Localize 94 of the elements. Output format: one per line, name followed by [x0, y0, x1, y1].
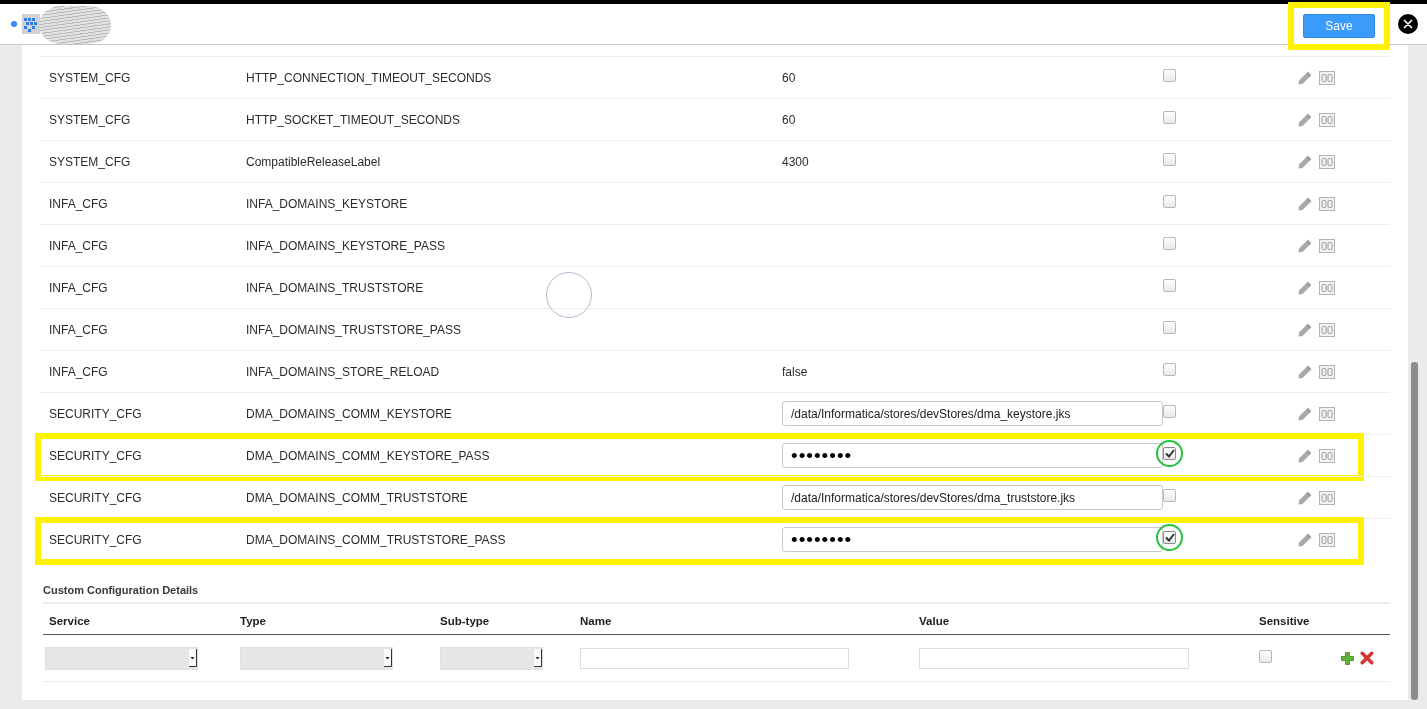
value-field[interactable]: /data/Informatica/stores/devStores/dma_truststore.jks — [782, 485, 1163, 510]
pencil-icon[interactable] — [1297, 195, 1313, 212]
section-title: Custom Configuration Details — [43, 583, 1390, 604]
table-cell: INFA_CFG — [49, 238, 108, 253]
checkmark-icon — [1164, 448, 1175, 458]
password-field[interactable]: •••••••• — [782, 443, 1163, 468]
password-field[interactable]: •••••••• — [782, 527, 1163, 552]
double-slot-icon[interactable] — [1319, 238, 1335, 253]
table-cell: SYSTEM_CFG — [49, 154, 131, 169]
table-cell: DMA_DOMAINS_COMM_TRUSTSTORE — [246, 490, 468, 505]
table-cell: HTTP_CONNECTION_TIMEOUT_SECONDS — [246, 70, 492, 85]
pencil-icon[interactable] — [1297, 153, 1313, 170]
dropdown[interactable] — [240, 646, 393, 670]
table-cell: HTTP_SOCKET_TIMEOUT_SECONDS — [246, 112, 461, 127]
table-cell: INFA_CFG — [49, 196, 108, 211]
checkbox[interactable] — [1163, 68, 1176, 82]
double-slot-icon[interactable] — [1319, 322, 1335, 337]
pencil-icon[interactable] — [1297, 363, 1313, 380]
checkbox[interactable] — [1259, 649, 1272, 663]
column-header: Name — [580, 615, 612, 627]
checkbox[interactable] — [1163, 362, 1176, 376]
column-header: Sub-type — [440, 615, 490, 627]
table-cell: SECURITY_CFG — [49, 406, 142, 421]
double-slot-icon[interactable] — [1319, 154, 1335, 169]
close-icon — [1398, 14, 1418, 34]
caret-icon — [534, 649, 542, 667]
table-cell: DMA_DOMAINS_COMM_KEYSTORE — [246, 406, 452, 421]
caret-icon — [384, 649, 392, 667]
checkbox[interactable] — [1163, 404, 1176, 418]
input-field[interactable] — [580, 647, 849, 669]
double-slot-icon[interactable] — [1319, 364, 1335, 379]
column-header: Type — [240, 615, 266, 627]
checkbox[interactable] — [1163, 152, 1176, 166]
table-cell: SECURITY_CFG — [49, 532, 142, 547]
checkmark-icon — [1164, 532, 1175, 542]
pencil-icon[interactable] — [1297, 489, 1313, 506]
pencil-icon[interactable] — [1297, 531, 1313, 548]
table-cell: DMA_DOMAINS_COMM_KEYSTORE_PASS — [246, 448, 490, 463]
column-header: Sensitive — [1259, 615, 1310, 627]
table-cell: INFA_DOMAINS_STORE_RELOAD — [246, 364, 440, 379]
double-slot-icon[interactable] — [1319, 448, 1335, 463]
delete-icon[interactable] — [1360, 651, 1374, 665]
pencil-icon[interactable] — [1297, 69, 1313, 86]
table-cell: INFA_DOMAINS_TRUSTSTORE — [246, 280, 424, 295]
double-slot-icon[interactable] — [1319, 112, 1335, 127]
dropdown[interactable] — [45, 646, 198, 670]
table-cell: INFA_CFG — [49, 322, 108, 337]
double-slot-icon[interactable] — [1319, 490, 1335, 505]
double-slot-icon[interactable] — [1319, 70, 1335, 85]
checkbox[interactable] — [1163, 446, 1176, 460]
checkbox[interactable] — [1163, 194, 1176, 208]
table-cell: SYSTEM_CFG — [49, 112, 131, 127]
pencil-icon[interactable] — [1297, 111, 1313, 128]
table-cell: INFA_CFG — [49, 364, 108, 379]
dot-icon — [11, 21, 17, 27]
table-cell: INFA_DOMAINS_KEYSTORE_PASS — [246, 238, 445, 253]
double-slot-icon[interactable] — [1319, 532, 1335, 547]
table-cell: 60 — [782, 112, 796, 127]
table-cell: SECURITY_CFG — [49, 448, 142, 463]
checkbox[interactable] — [1163, 488, 1176, 502]
checkbox[interactable] — [1163, 530, 1176, 544]
pencil-icon[interactable] — [1297, 237, 1313, 254]
caret-icon — [189, 649, 197, 667]
column-header: Value — [919, 615, 950, 627]
table-cell: SYSTEM_CFG — [49, 70, 131, 85]
plus-icon[interactable] — [1341, 651, 1354, 665]
table-cell: SECURITY_CFG — [49, 490, 142, 505]
table-cell: CompatibleReleaseLabel — [246, 154, 381, 169]
table-cell: INFA_CFG — [49, 280, 108, 295]
column-header: Service — [49, 615, 90, 627]
double-slot-icon[interactable] — [1319, 406, 1335, 421]
checkbox[interactable] — [1163, 320, 1176, 334]
pencil-icon[interactable] — [1297, 321, 1313, 338]
checkbox[interactable] — [1163, 278, 1176, 292]
table-cell: INFA_DOMAINS_TRUSTSTORE_PASS — [246, 322, 461, 337]
input-field[interactable] — [919, 647, 1189, 669]
double-slot-icon[interactable] — [1319, 280, 1335, 295]
dropdown[interactable] — [440, 646, 543, 670]
table-cell: 60 — [782, 70, 796, 85]
close-button[interactable] — [1398, 14, 1418, 34]
scrollbar-thumb[interactable] — [1411, 362, 1418, 700]
pencil-icon[interactable] — [1297, 279, 1313, 296]
pencil-icon[interactable] — [1297, 447, 1313, 464]
table-cell: false — [782, 364, 808, 379]
checkbox[interactable] — [1163, 110, 1176, 124]
table-cell: 4300 — [782, 154, 809, 169]
checkbox[interactable] — [1163, 236, 1176, 250]
value-field[interactable]: /data/Informatica/stores/devStores/dma_keystore.jks — [782, 401, 1163, 426]
double-slot-icon[interactable] — [1319, 196, 1335, 211]
table-cell: DMA_DOMAINS_COMM_TRUSTSTORE_PASS — [246, 532, 506, 547]
grid-logo-icon — [22, 14, 40, 34]
table-cell: INFA_DOMAINS_KEYSTORE — [246, 196, 408, 211]
redaction-scribble — [39, 6, 111, 44]
pencil-icon[interactable] — [1297, 405, 1313, 422]
